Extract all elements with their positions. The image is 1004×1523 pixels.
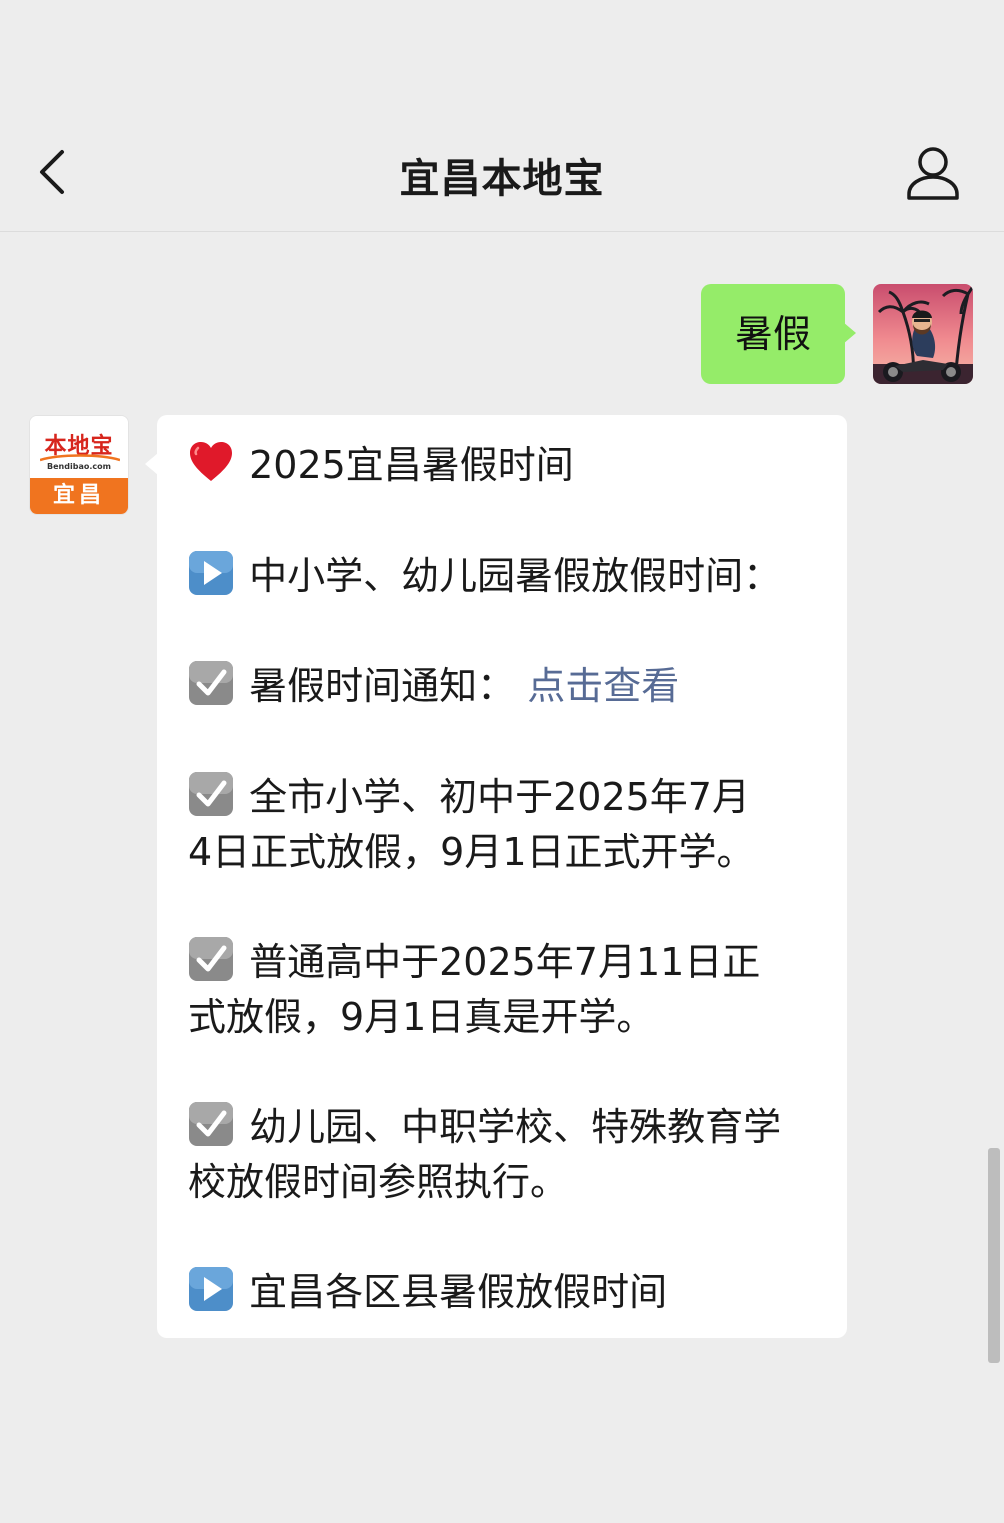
section-district-title: 宜昌各区县暑假放假时间 bbox=[249, 1270, 668, 1314]
item3-line1: 幼儿园、中职学校、特殊教育学 bbox=[188, 1100, 838, 1155]
sent-message-text: 暑假 bbox=[734, 312, 811, 356]
page-title: 宜昌本地宝 bbox=[399, 156, 605, 202]
sent-message-bubble[interactable]: 暑假 bbox=[701, 284, 845, 384]
notice-line: 暑假时间通知： 点击查看 bbox=[188, 659, 838, 714]
item1-text1: 全市小学、初中于2025年7月 bbox=[249, 775, 750, 819]
item2-text1: 普通高中于2025年7月11日正 bbox=[249, 940, 761, 984]
logo-city: 宜昌 bbox=[30, 478, 128, 514]
check-box-icon bbox=[188, 771, 234, 817]
item2-text2: 式放假，9月1日真是开学。 bbox=[188, 995, 655, 1039]
item3-text2: 校放假时间参照执行。 bbox=[188, 1160, 569, 1204]
received-message-bubble[interactable]: 2025宜昌暑假时间 中小学、幼儿园暑假放假时间： 暑假时间通知： 点击查看 全… bbox=[157, 415, 847, 1338]
item1-line2: 4日正式放假，9月1日正式开学。 bbox=[188, 825, 838, 880]
item3-text1: 幼儿园、中职学校、特殊教育学 bbox=[249, 1105, 782, 1149]
logo-swoosh-icon bbox=[40, 454, 120, 462]
reply-title-line: 2025宜昌暑假时间 bbox=[188, 438, 838, 493]
play-button-icon bbox=[188, 1266, 234, 1312]
item2-line1: 普通高中于2025年7月11日正 bbox=[188, 935, 838, 990]
user-avatar[interactable] bbox=[873, 284, 973, 384]
notice-link[interactable]: 点击查看 bbox=[527, 664, 679, 708]
chat-screen: 宜昌本地宝 暑假 本地宝 Bendibao.com 宜昌 2025宜昌暑假时间 … bbox=[0, 0, 1004, 1523]
check-box-icon bbox=[188, 660, 234, 706]
navbar: 宜昌本地宝 bbox=[0, 112, 1004, 232]
person-icon[interactable] bbox=[900, 142, 966, 208]
bot-avatar[interactable]: 本地宝 Bendibao.com 宜昌 bbox=[29, 415, 129, 515]
section-primary-line: 中小学、幼儿园暑假放假时间： bbox=[188, 549, 838, 604]
red-heart-icon bbox=[188, 439, 234, 485]
item1-line1: 全市小学、初中于2025年7月 bbox=[188, 770, 838, 825]
sent-bubble-tail bbox=[843, 322, 856, 344]
check-box-icon bbox=[188, 1101, 234, 1147]
reply-title: 2025宜昌暑假时间 bbox=[249, 443, 574, 487]
section-primary-title: 中小学、幼儿园暑假放假时间： bbox=[249, 554, 782, 598]
check-box-icon bbox=[188, 936, 234, 982]
logo-domain: Bendibao.com bbox=[47, 462, 111, 471]
notice-label: 暑假时间通知： bbox=[249, 664, 516, 708]
section-district-line: 宜昌各区县暑假放假时间 bbox=[188, 1265, 838, 1320]
item3-line2: 校放假时间参照执行。 bbox=[188, 1155, 838, 1210]
play-button-icon bbox=[188, 550, 234, 596]
scrollbar[interactable] bbox=[988, 1148, 1000, 1363]
item1-text2: 4日正式放假，9月1日正式开学。 bbox=[188, 830, 755, 874]
item2-line2: 式放假，9月1日真是开学。 bbox=[188, 990, 838, 1045]
